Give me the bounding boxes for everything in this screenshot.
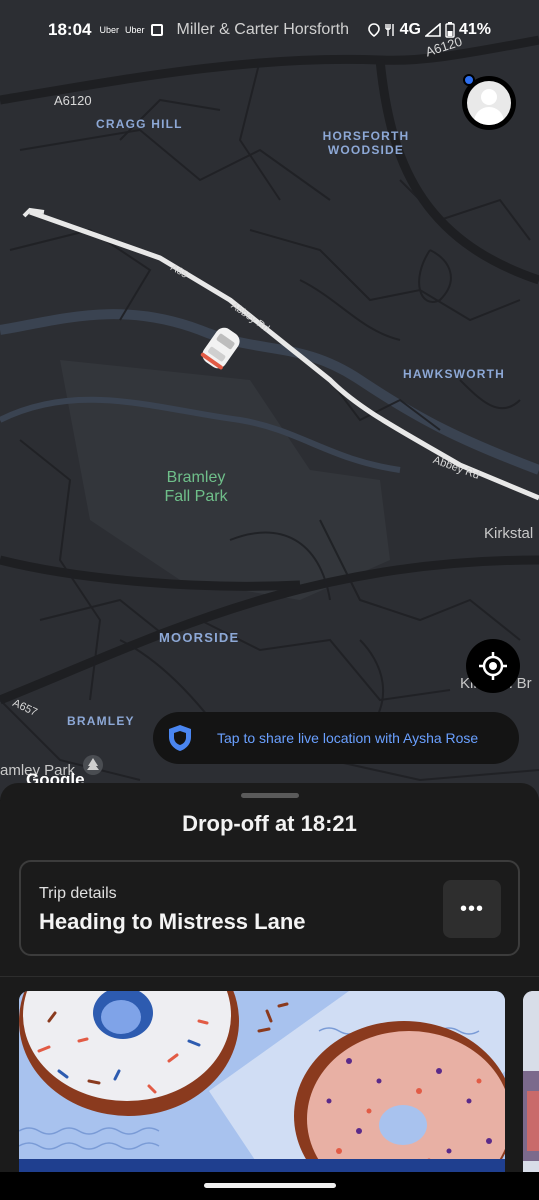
promo-card[interactable] (19, 991, 505, 1181)
share-location-button[interactable]: Tap to share live location with Aysha Ro… (153, 712, 519, 764)
area-label: HORSFORTH WOODSIDE (322, 129, 410, 157)
notification-dot (463, 74, 475, 86)
profile-avatar-icon (467, 81, 511, 125)
trip-destination: Heading to Mistress Lane (39, 909, 306, 934)
status-time: 18:04 (48, 20, 92, 39)
area-label: BRAMLEY (67, 714, 135, 728)
battery-level: 41% (458, 21, 491, 38)
status-bar: 18:04 Uber Uber Miller & Carter Horsfort… (0, 0, 539, 60)
signal-icon (424, 23, 441, 37)
system-nav-bar (0, 1172, 539, 1200)
area-label: MOORSIDE (159, 630, 240, 645)
restaurant-icon (384, 24, 394, 36)
map-roads (0, 35, 539, 782)
area-label: HAWKSWORTH (403, 367, 505, 381)
place-label: Kirkstal (484, 525, 534, 542)
status-indicators: 4G 41% (367, 21, 491, 39)
park-marker-icon (83, 755, 103, 775)
recenter-button[interactable] (466, 639, 520, 693)
area-label: CRAGG HILL (96, 117, 183, 131)
trip-bottom-sheet: Drop-off at 18:21 Trip details Heading t… (0, 783, 539, 1200)
crosshair-icon (479, 652, 507, 680)
battery-icon (445, 22, 455, 38)
divider (0, 976, 539, 977)
more-options-button[interactable]: ••• (443, 880, 501, 938)
uber-notification-icon: Uber (125, 25, 145, 35)
home-gesture-bar[interactable] (204, 1183, 336, 1188)
sheet-drag-handle[interactable] (241, 793, 299, 798)
network-type: 4G (399, 21, 421, 38)
uber-notification-icon: Uber (99, 25, 119, 35)
status-place: Miller & Carter Horsforth (176, 21, 349, 38)
share-location-text: Tap to share live location with Aysha Ro… (217, 730, 479, 746)
dropoff-title: Drop-off at 18:21 (182, 811, 357, 836)
shield-icon (169, 725, 191, 751)
promo-card[interactable] (523, 991, 539, 1181)
park-label: Bramley Fall Park (164, 469, 228, 505)
trip-details-label: Trip details (39, 885, 117, 902)
promo-image (523, 991, 539, 1181)
trip-details-card[interactable]: Trip details Heading to Mistress Lane ••… (19, 860, 520, 956)
map-view[interactable]: A6120 A6120 A657 A65 Abbey Rd Abbey Rd C… (0, 0, 539, 800)
location-pin-icon (367, 23, 380, 37)
donut-illustration (19, 991, 505, 1181)
road-label: A6120 (54, 93, 92, 108)
app-notification-icon (150, 24, 163, 36)
